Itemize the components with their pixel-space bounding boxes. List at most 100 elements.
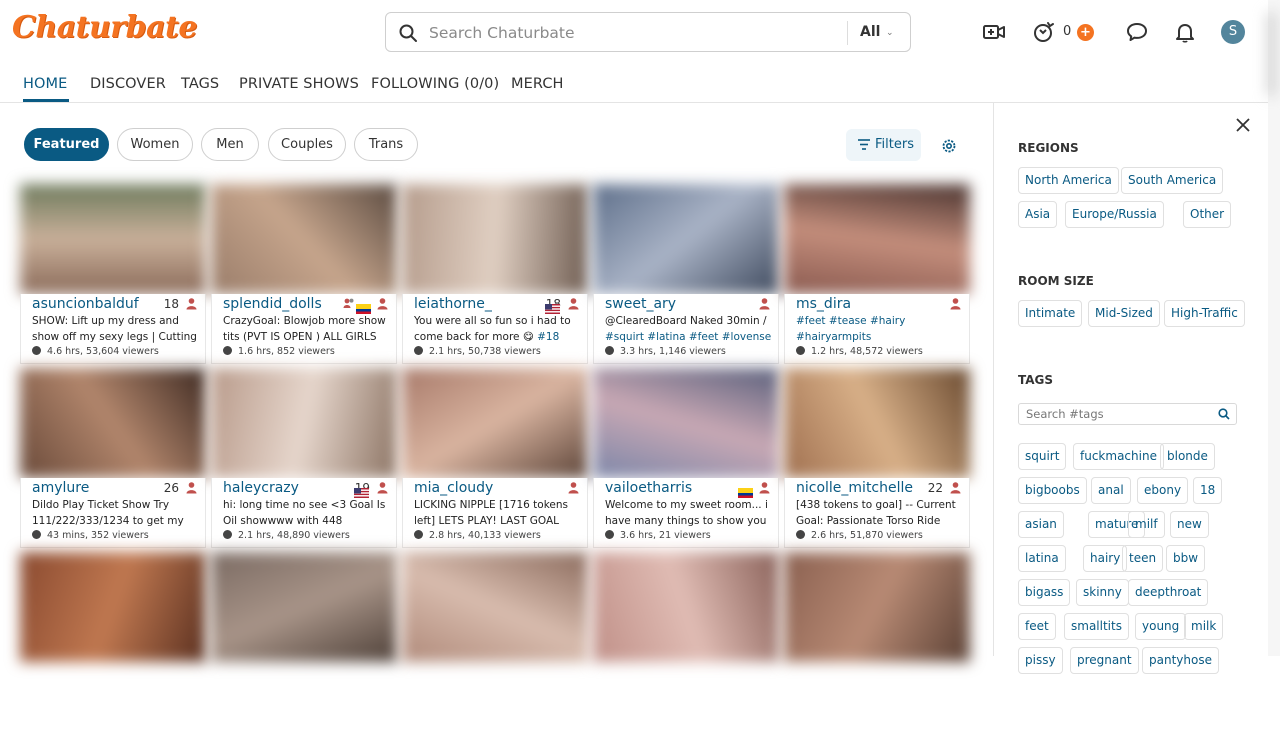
user-avatar[interactable]: S [1221,20,1245,44]
room-size-chip[interactable]: Intimate [1018,300,1083,327]
tag-chip[interactable]: squirt [1018,443,1067,470]
room-username[interactable]: sweet_ary [605,296,676,312]
room-username[interactable]: splendid_dolls [223,296,322,312]
token-icon[interactable] [1032,20,1056,44]
gear-icon[interactable] [940,137,958,155]
tag-chip[interactable]: bbw [1166,545,1206,572]
site-logo[interactable]: Chaturbate [12,10,197,45]
room-card[interactable]: vailoetharris Welcome to my sweet room...… [593,368,779,548]
tag-chip[interactable]: 18 [1193,477,1223,504]
room-card[interactable] [402,552,588,732]
room-card[interactable]: haleycrazy19hi: long time no see <3 Goal… [211,368,397,548]
room-card[interactable]: splendid_dolls CrazyGoal: Blowjob more sh… [211,184,397,364]
tag-chip[interactable]: ebony [1137,477,1189,504]
room-card[interactable]: amylure 26 Dildo Play Ticket Show Try 111/… [20,368,206,548]
tag-chip[interactable]: bigboobs [1018,477,1087,504]
tag-chip[interactable]: new [1170,511,1209,538]
tab-private-shows[interactable]: PRIVATE SHOWS [239,76,359,92]
filter-men[interactable]: Men [201,128,259,161]
filter-women[interactable]: Women [117,128,193,161]
room-thumbnail[interactable] [784,184,970,294]
page-scrollbar[interactable] [1268,0,1280,656]
tab-merch[interactable]: MERCH [511,76,564,92]
tag-chip[interactable]: bigass [1018,579,1071,606]
tag-chip[interactable]: skinny [1076,579,1129,606]
room-thumbnail[interactable] [20,552,206,662]
room-card[interactable]: nicolle_mitchelle 22 [438 tokens to goal] … [784,368,970,548]
add-tokens-button[interactable]: + [1077,24,1094,41]
filter-featured[interactable]: Featured [24,128,109,161]
room-thumbnail[interactable] [20,368,206,478]
tag-chip[interactable]: milf [1128,511,1165,538]
tab-tags[interactable]: TAGS [181,76,219,92]
room-thumbnail[interactable] [20,184,206,294]
room-card[interactable] [593,552,779,732]
tag-chip[interactable]: milk [1184,613,1224,640]
room-thumbnail[interactable] [593,184,779,294]
room-username[interactable]: mia_cloudy [414,480,493,496]
room-username[interactable]: vailoetharris [605,480,692,496]
room-card[interactable]: sweet_ary @ClearedBoard Naked 30min / #sq… [593,184,779,364]
tag-search-input[interactable]: Search #tags [1018,403,1237,425]
tag-chip[interactable]: latina [1018,545,1066,572]
tag-chip[interactable]: asian [1018,511,1064,538]
region-chip[interactable]: South America [1121,167,1224,194]
scrollbar-thumb[interactable] [1268,12,1274,96]
broadcast-camera-icon[interactable] [982,20,1006,44]
region-chip[interactable]: Asia [1018,201,1058,228]
region-chip[interactable]: North America [1018,167,1119,194]
room-thumbnail[interactable] [211,552,397,662]
tag-chip[interactable]: smalltits [1064,613,1129,640]
tag-chip[interactable]: anal [1091,477,1131,504]
region-chip[interactable]: Other [1183,201,1232,228]
room-size-chip[interactable]: High-Traffic [1164,300,1245,327]
notification-bell-icon[interactable] [1173,20,1197,44]
search-scope-select[interactable]: All [860,24,880,40]
room-thumbnail[interactable] [784,368,970,478]
tag-chip[interactable]: fuckmachine [1073,443,1164,470]
room-thumbnail[interactable] [402,368,588,478]
room-card[interactable]: mia_cloudy LICKING NIPPLE [1716 tokens le… [402,368,588,548]
room-thumbnail[interactable] [593,552,779,662]
search-input[interactable]: Search Chaturbate [429,24,575,42]
search-bar[interactable]: Search Chaturbate All ⌄ [385,12,911,52]
room-size-chip[interactable]: Mid-Sized [1088,300,1160,327]
room-thumbnail[interactable] [593,368,779,478]
tag-chip[interactable]: young [1135,613,1187,640]
room-card[interactable]: leiathorne_18You were all so fun so i ha… [402,184,588,364]
room-thumbnail[interactable] [211,184,397,294]
filter-trans[interactable]: Trans [354,128,418,161]
tag-chip[interactable]: pantyhose [1142,647,1219,674]
tag-chip[interactable]: feet [1018,613,1056,640]
room-card[interactable]: asuncionbalduf 18 SHOW: Lift up my dress a… [20,184,206,364]
room-username[interactable]: ms_dira [796,296,851,312]
tab-discover[interactable]: DISCOVER [90,76,166,92]
search-icon[interactable] [1218,408,1230,420]
room-card[interactable] [784,552,970,732]
tag-chip[interactable]: hairy [1083,545,1128,572]
room-card[interactable] [20,552,206,732]
room-thumbnail[interactable] [402,184,588,294]
tag-chip[interactable]: teen [1122,545,1164,572]
room-thumbnail[interactable] [784,552,970,662]
room-thumbnail[interactable] [211,368,397,478]
room-username[interactable]: haleycrazy [223,480,299,496]
tag-chip[interactable]: pissy [1018,647,1063,674]
room-username[interactable]: asuncionbalduf [32,296,139,312]
room-username[interactable]: nicolle_mitchelle [796,480,913,496]
room-username[interactable]: leiathorne_ [414,296,492,312]
room-card[interactable] [211,552,397,732]
filters-button[interactable]: Filters [846,129,921,161]
tag-chip[interactable]: blonde [1160,443,1215,470]
tag-chip[interactable]: deepthroat [1128,579,1209,606]
room-username[interactable]: amylure [32,480,89,496]
close-icon[interactable] [1235,117,1251,133]
filter-couples[interactable]: Couples [268,128,346,161]
region-chip[interactable]: Europe/Russia [1065,201,1164,228]
room-thumbnail[interactable] [402,552,588,662]
tab-home[interactable]: HOME [23,76,67,92]
tab-following[interactable]: FOLLOWING (0/0) [371,76,499,92]
room-card[interactable]: ms_dira #feet #tease #hairy #hairyarmpit… [784,184,970,364]
tag-chip[interactable]: pregnant [1070,647,1139,674]
chat-bubble-icon[interactable] [1125,20,1149,44]
